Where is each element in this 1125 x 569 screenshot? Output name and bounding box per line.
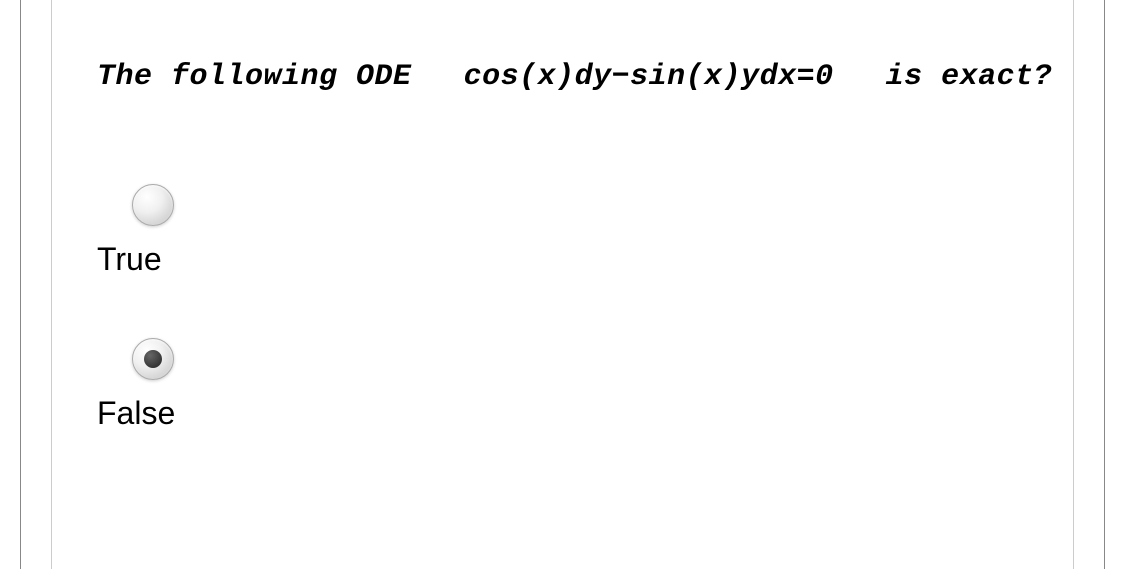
option-false-label: False xyxy=(97,395,175,432)
question-equation: cos(x)dy−sin(x)ydx=0 xyxy=(464,60,834,94)
question-card: The following ODE cos(x)dy−sin(x)ydx=0 is … xyxy=(51,0,1074,569)
question-part-1: The following ODE xyxy=(97,60,412,94)
option-true-label: True xyxy=(97,241,162,278)
radio-true[interactable] xyxy=(132,184,174,226)
question-text: The following ODEcos(x)dy−sin(x)ydx=0is … xyxy=(97,60,1033,94)
options-group: True False xyxy=(97,184,1033,432)
option-true: True xyxy=(97,184,1033,278)
option-false: False xyxy=(97,338,1033,432)
radio-false[interactable] xyxy=(132,338,174,380)
question-part-3: is exact? xyxy=(886,60,1053,94)
outer-frame: The following ODE cos(x)dy−sin(x)ydx=0 is … xyxy=(20,0,1105,569)
